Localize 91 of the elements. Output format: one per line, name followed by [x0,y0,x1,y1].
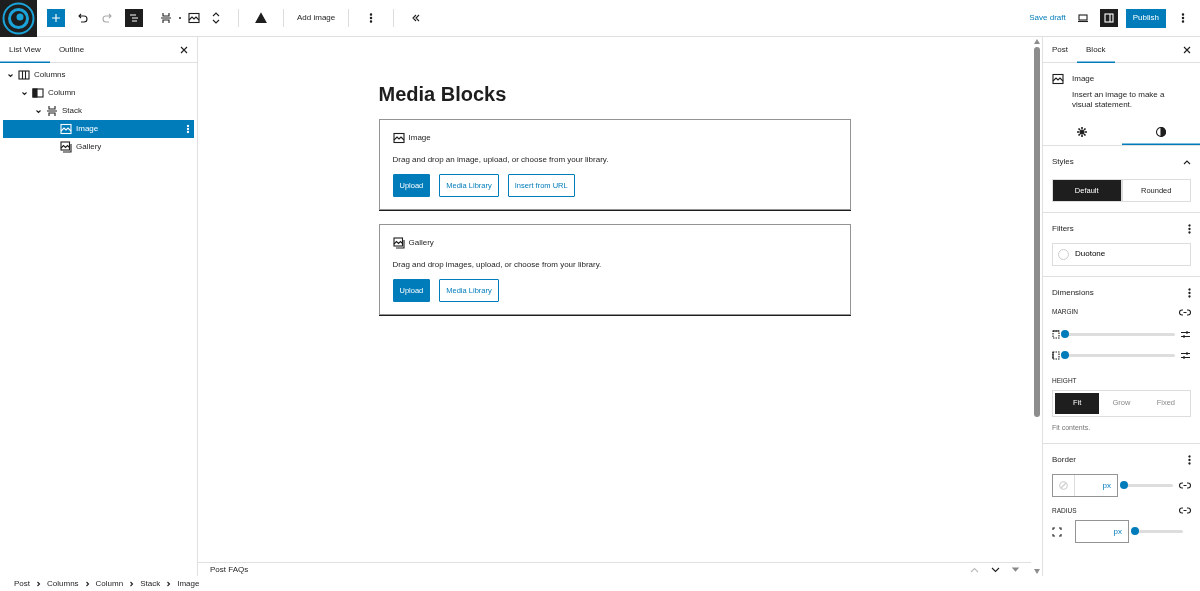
radius-corners-icon [1052,526,1062,537]
column-icon [32,87,44,99]
section-title[interactable]: Dimensions [1052,286,1094,299]
item-label: Columns [34,69,66,81]
add-block-icon [50,12,62,24]
image-icon [60,123,72,135]
no-color-icon [1059,481,1068,491]
slider-thumb[interactable] [1061,350,1069,359]
stack-icon [46,105,58,117]
list-view-item[interactable]: Stack [3,102,194,120]
block-instructions: Drag and drop an image, upload, or choose from your library. [392,154,610,166]
save-draft-button[interactable]: Save draft [1029,9,1066,27]
unit-label: px [1102,479,1111,492]
sidebar-toggle-button[interactable] [1099,9,1118,27]
publish-button[interactable]: Publish [1125,8,1166,28]
chevron-icon[interactable] [21,89,28,97]
scrollbar-thumb[interactable] [1033,47,1040,417]
adjust-icon[interactable] [1180,350,1191,360]
gallery-icon [60,141,72,153]
image-icon [188,12,200,24]
image-icon [1052,73,1064,85]
sidebar-tab[interactable]: Post [1043,36,1077,63]
chevron-icon [84,580,90,587]
breadcrumb-link[interactable]: Column [95,574,124,591]
link-icon[interactable] [1179,306,1191,318]
chevron-icon[interactable] [7,71,14,79]
post-title[interactable]: Media Blocks [378,79,851,109]
add-image-button[interactable]: Add image [297,9,336,27]
stack-icon [160,12,172,24]
list-view-button[interactable] [125,9,143,27]
item-label: Column [48,87,76,99]
breadcrumb-link[interactable]: Stack [140,574,161,591]
slider-thumb[interactable] [1120,481,1128,490]
panel-tab[interactable]: Outline [49,36,94,63]
link-icon[interactable] [1179,480,1191,492]
list-view-item[interactable]: Column [3,84,194,102]
list-view-item[interactable]: Columns [3,66,194,84]
more-options-icon[interactable] [1188,287,1191,298]
block-card-description: Insert an image to make a visual statement. [1072,90,1166,111]
item-label: Image [76,123,99,135]
slider-thumb[interactable] [1061,329,1069,338]
section-title[interactable]: Border [1052,454,1076,467]
move-icon [210,12,222,24]
chevron-icon [166,580,172,587]
gallery-icon [392,237,405,249]
chevron-icon [36,580,41,587]
panel-tab[interactable]: List View [0,36,50,63]
slider-thumb[interactable] [1131,527,1139,536]
gear-icon [1076,125,1089,138]
adjust-icon[interactable] [1180,329,1191,339]
block-title: Image [408,132,431,144]
side-left-icon [1052,350,1060,360]
block-title: Gallery [408,237,434,249]
move-down-icon[interactable] [991,566,1000,573]
section-title[interactable]: Filters [1052,222,1074,235]
item-label: Gallery [76,141,102,153]
chevron-icon[interactable] [1183,158,1191,165]
link-icon[interactable] [1179,505,1191,517]
sidebar-tab[interactable]: Block [1077,36,1115,63]
section-title[interactable]: Styles [1052,155,1074,168]
duotone-button[interactable]: Duotone [1052,242,1191,266]
scroll-down-icon[interactable] [1033,569,1040,574]
image-icon [392,132,405,144]
breadcrumb-link[interactable]: Columns [47,574,79,591]
columns-icon [18,69,30,81]
contrast-icon [1154,125,1167,138]
unit-label: px [1113,525,1122,538]
redo-icon [102,12,114,24]
logo-icon[interactable] [2,1,35,35]
border-width-field[interactable]: px [1052,474,1118,498]
item-label: Stack [62,105,82,117]
list-view-item[interactable]: Gallery [3,138,194,156]
radius-field[interactable]: px [1075,520,1129,544]
undo-icon [76,12,88,24]
list-view-icon [128,12,140,24]
side-top-icon [1052,329,1060,339]
preview-icon [1076,12,1089,24]
breadcrumb-link[interactable]: Post [14,574,30,591]
sidebar-toggle-icon [1102,12,1115,24]
scroll-up-icon[interactable] [1033,39,1040,44]
breadcrumb-link[interactable]: Image [177,574,200,591]
list-view-item[interactable]: Image [3,120,194,138]
more-options-icon[interactable] [1188,455,1191,466]
toggle-icon[interactable] [1012,567,1019,572]
chevron-icon[interactable] [35,107,42,115]
warning-icon [255,12,267,24]
meta-box-title[interactable]: Post FAQs [210,563,249,576]
more-options-icon[interactable] [1188,223,1191,234]
block-instructions: Drag and drop images, upload, or choose from your library. [392,259,603,271]
block-card-title: Image [1072,73,1096,85]
chevron-icon [129,580,135,587]
